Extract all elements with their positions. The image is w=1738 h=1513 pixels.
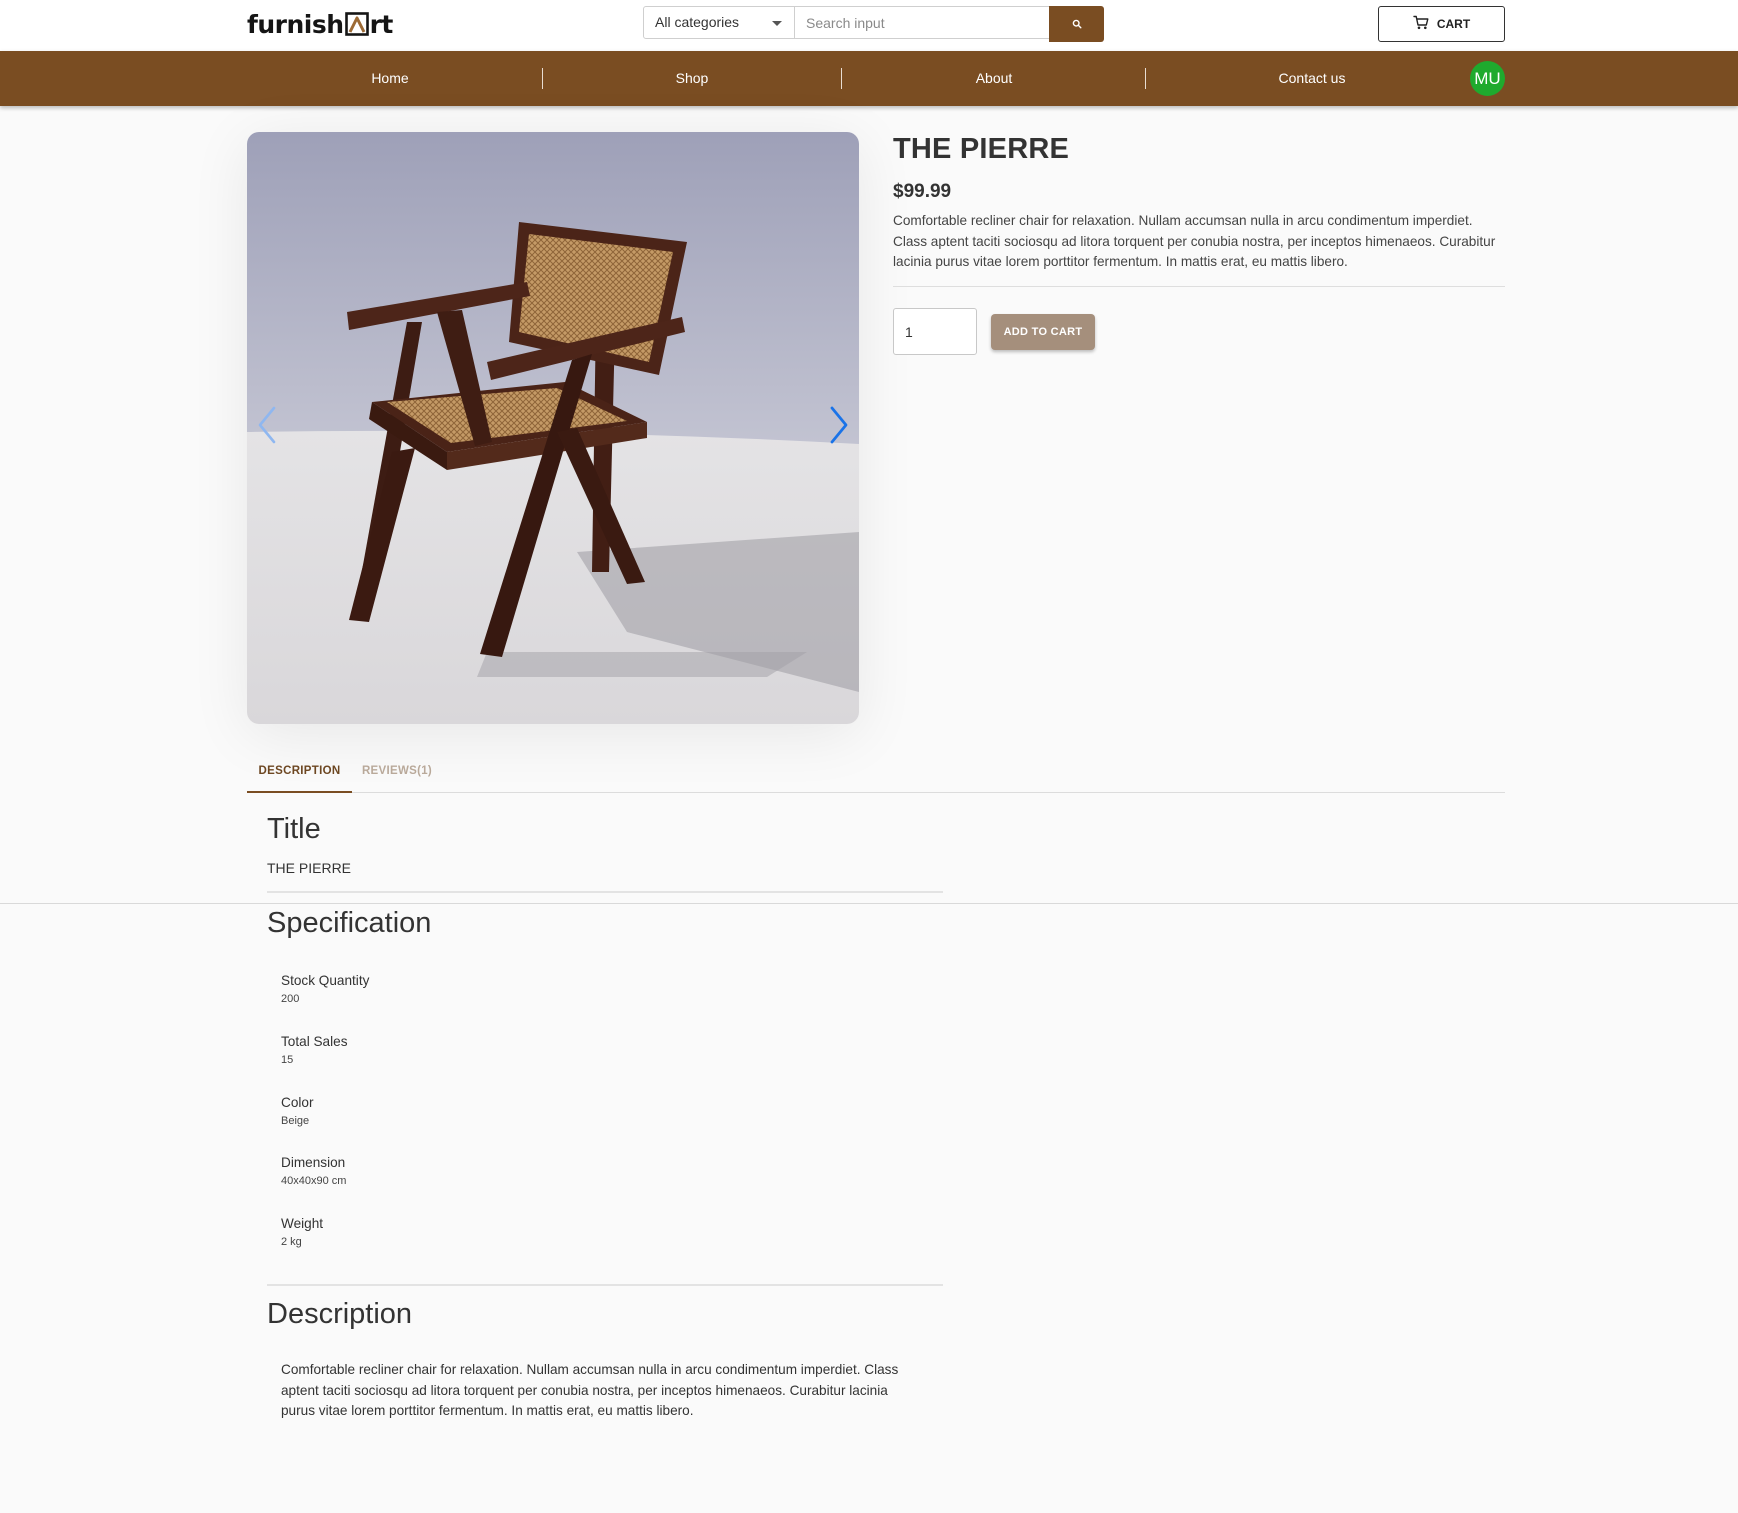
nav-divider [542, 68, 543, 89]
product-price: $99.99 [893, 181, 952, 202]
title-value: THE PIERRE [267, 860, 352, 876]
product-image [247, 132, 859, 724]
tab-reviews[interactable]: REVIEWS(1) [352, 755, 442, 793]
search-input[interactable] [795, 6, 1050, 39]
long-description: Comfortable recliner chair for relaxatio… [281, 1362, 899, 1418]
spec-value: Beige [281, 1115, 310, 1127]
nav-home[interactable]: Home [330, 51, 450, 106]
chevron-right-icon [828, 405, 850, 450]
divider [267, 891, 943, 893]
carousel-next-button[interactable] [824, 402, 854, 452]
tab-description[interactable]: DESCRIPTION [247, 755, 352, 793]
spec-item: Stock Quantity 200 [281, 973, 369, 1005]
cart-icon [1413, 15, 1429, 33]
product-short-description: Comfortable recliner chair for relaxatio… [893, 213, 1496, 269]
spec-item: Weight 2 kg [281, 1216, 323, 1248]
chevron-left-icon [256, 405, 278, 450]
spec-label: Weight [281, 1216, 324, 1231]
main-nav: Home Shop About Contact us MU [0, 51, 1738, 106]
cart-button[interactable]: CART [1378, 6, 1505, 42]
logo-text-left: furnish [247, 10, 344, 39]
spec-value: 40x40x90 cm [281, 1175, 347, 1187]
description-heading: Description [267, 1298, 413, 1330]
avatar[interactable]: MU [1470, 61, 1505, 96]
search-icon [1072, 17, 1082, 32]
spec-value: 200 [281, 993, 300, 1005]
spec-item: Dimension 40x40x90 cm [281, 1155, 346, 1187]
divider [0, 903, 1738, 904]
carousel-prev-button[interactable] [252, 402, 282, 452]
logo[interactable]: furnish rt [247, 10, 393, 39]
nav-about[interactable]: About [934, 51, 1054, 106]
title-heading: Title [267, 813, 321, 845]
spec-item: Total Sales 15 [281, 1034, 348, 1066]
spec-label: Dimension [281, 1155, 346, 1170]
quantity-input[interactable] [893, 308, 977, 355]
nav-divider [841, 68, 842, 89]
spec-value: 2 kg [281, 1236, 302, 1248]
category-select[interactable]: All categories [643, 6, 795, 39]
specification-heading: Specification [267, 907, 432, 939]
spec-value: 15 [281, 1054, 294, 1066]
spec-item: Color Beige [281, 1095, 313, 1127]
divider [267, 1284, 943, 1286]
product-title: THE PIERRE [893, 133, 1070, 165]
product-image-carousel[interactable] [247, 132, 859, 724]
spec-label: Color [281, 1095, 314, 1110]
category-select-value: All categories [655, 14, 740, 30]
logo-mark-icon [344, 11, 369, 36]
add-to-cart-button[interactable]: ADD TO CART [991, 314, 1095, 350]
chevron-down-icon [772, 21, 782, 26]
logo-text-right: rt [369, 10, 394, 39]
top-header: furnish rt All categories Search input C… [0, 0, 1738, 51]
product-tabs: DESCRIPTION REVIEWS(1) [247, 755, 1505, 793]
divider [893, 286, 1505, 287]
spec-label: Stock Quantity [281, 973, 370, 988]
nav-contact[interactable]: Contact us [1252, 51, 1372, 106]
nav-divider [1145, 68, 1146, 89]
spec-label: Total Sales [281, 1034, 348, 1049]
cart-label: CART [1436, 17, 1471, 31]
nav-shop[interactable]: Shop [632, 51, 752, 106]
search-button[interactable] [1049, 6, 1104, 42]
